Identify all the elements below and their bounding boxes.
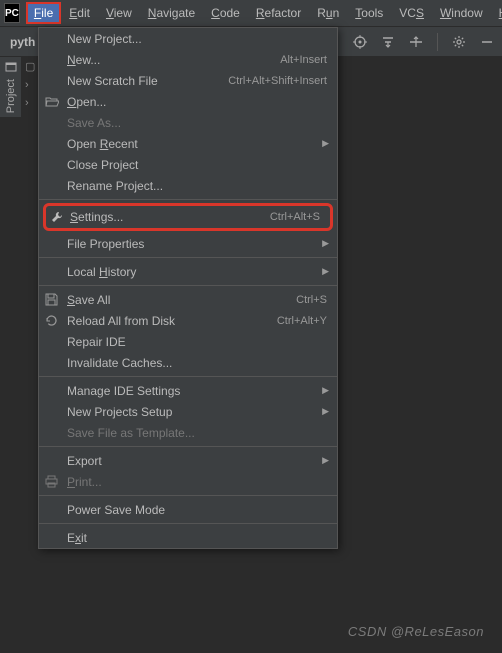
menu-item-shortcut: Ctrl+Alt+S — [270, 211, 320, 223]
menu-item-new[interactable]: New... Alt+Insert — [39, 49, 337, 70]
menu-item-label: Invalidate Caches... — [67, 356, 172, 370]
menu-item-exit[interactable]: Exit — [39, 527, 337, 548]
menubar-item-refactor[interactable]: Refactor — [248, 2, 309, 24]
menu-item-new-project[interactable]: New Project... — [39, 28, 337, 49]
menu-item-local-history[interactable]: Local History ▶ — [39, 261, 337, 282]
toolbar-right — [353, 33, 494, 51]
menu-item-label: Settings... — [70, 210, 123, 224]
chevron-right-icon: ▶ — [322, 455, 329, 466]
menubar-item-file[interactable]: File — [26, 2, 61, 24]
print-icon — [45, 475, 61, 488]
menu-item-open[interactable]: Open... — [39, 91, 337, 112]
project-tool-tab[interactable]: Project — [5, 79, 17, 113]
menu-item-shortcut: Ctrl+S — [296, 294, 327, 306]
menu-separator — [39, 446, 337, 447]
left-tool-gutter: Project — [0, 57, 22, 117]
menu-separator — [39, 285, 337, 286]
chevron-right-icon: ▶ — [322, 238, 329, 249]
menu-separator — [39, 257, 337, 258]
menubar-item-edit[interactable]: Edit — [61, 2, 98, 24]
wrench-icon — [50, 210, 66, 224]
chevron-right-icon[interactable]: › — [25, 97, 29, 109]
menu-item-reload-all-from-disk[interactable]: Reload All from Disk Ctrl+Alt+Y — [39, 310, 337, 331]
target-icon[interactable] — [353, 35, 367, 49]
folder-open-icon — [45, 96, 61, 108]
menubar-item-run[interactable]: Run — [309, 2, 347, 24]
menu-item-print: Print... — [39, 471, 337, 492]
menu-item-open-recent[interactable]: Open Recent ▶ — [39, 133, 337, 154]
menu-item-label: Save As... — [67, 116, 121, 130]
menu-item-label: Power Save Mode — [67, 503, 165, 517]
gear-icon[interactable] — [452, 35, 466, 49]
menu-separator — [39, 376, 337, 377]
menu-item-file-properties[interactable]: File Properties ▶ — [39, 233, 337, 254]
menu-item-label: Export — [67, 454, 102, 468]
chevron-right-icon: ▶ — [322, 138, 329, 149]
menu-item-label: New... — [67, 53, 100, 67]
menubar-item-vcs[interactable]: VCS — [391, 2, 432, 24]
menu-separator — [39, 199, 337, 200]
menubar-item-code[interactable]: Code — [203, 2, 248, 24]
menu-separator — [39, 495, 337, 496]
app-logo: PC — [4, 3, 20, 23]
menu-item-label: Manage IDE Settings — [67, 384, 180, 398]
menubar: PC FileEditViewNavigateCodeRefactorRunTo… — [0, 0, 502, 27]
chevron-right-icon[interactable]: › — [25, 79, 29, 91]
menu-item-label: Open... — [67, 95, 106, 109]
menu-item-power-save-mode[interactable]: Power Save Mode — [39, 499, 337, 520]
menubar-item-view[interactable]: View — [98, 2, 140, 24]
menu-item-label: Print... — [67, 475, 102, 489]
save-icon — [45, 293, 61, 306]
step-icon[interactable] — [409, 35, 423, 49]
menu-item-label: Rename Project... — [67, 179, 163, 193]
file-menu-dropdown: New Project... New... Alt+Insert New Scratc… — [38, 27, 338, 549]
chevron-right-icon: ▶ — [322, 385, 329, 396]
menu-item-label: Exit — [67, 531, 87, 545]
menu-item-new-scratch-file[interactable]: New Scratch File Ctrl+Alt+Shift+Insert — [39, 70, 337, 91]
menu-item-repair-ide[interactable]: Repair IDE — [39, 331, 337, 352]
menu-item-manage-ide-settings[interactable]: Manage IDE Settings ▶ — [39, 380, 337, 401]
menu-item-save-as: Save As... — [39, 112, 337, 133]
menu-item-label: New Projects Setup — [67, 405, 172, 419]
chevron-right-icon: ▶ — [322, 266, 329, 277]
menu-item-label: Save All — [67, 293, 110, 307]
breadcrumb-root[interactable]: pyth — [6, 33, 39, 51]
chevron-right-icon: ▶ — [322, 406, 329, 417]
reload-icon — [45, 314, 61, 327]
menu-item-shortcut: Ctrl+Alt+Y — [277, 315, 327, 327]
menu-item-label: New Scratch File — [67, 74, 158, 88]
menu-item-rename-project[interactable]: Rename Project... — [39, 175, 337, 196]
menu-item-save-all[interactable]: Save All Ctrl+S — [39, 289, 337, 310]
menu-item-label: Local History — [67, 265, 136, 279]
menu-item-label: New Project... — [67, 32, 142, 46]
menubar-item-window[interactable]: Window — [432, 2, 491, 24]
menubar-item-navigate[interactable]: Navigate — [140, 2, 203, 24]
menu-item-invalidate-caches[interactable]: Invalidate Caches... — [39, 352, 337, 373]
menu-separator — [39, 523, 337, 524]
menubar-item-help[interactable]: Help — [491, 2, 502, 24]
watermark-text: CSDN @ReLesEason — [348, 624, 484, 639]
page-icon: ▢ — [25, 60, 35, 73]
menu-item-label: Open Recent — [67, 137, 138, 151]
minimize-icon[interactable] — [480, 35, 494, 49]
menubar-item-tools[interactable]: Tools — [347, 2, 391, 24]
menu-item-label: Reload All from Disk — [67, 314, 175, 328]
menu-item-label: Close Project — [67, 158, 138, 172]
toolbar-separator — [437, 33, 438, 51]
menu-item-label: Save File as Template... — [67, 426, 195, 440]
menu-item-close-project[interactable]: Close Project — [39, 154, 337, 175]
menu-item-save-file-as-template: Save File as Template... — [39, 422, 337, 443]
menu-item-export[interactable]: Export ▶ — [39, 450, 337, 471]
menu-item-shortcut: Alt+Insert — [280, 54, 327, 66]
menu-item-shortcut: Ctrl+Alt+Shift+Insert — [228, 75, 327, 87]
menu-item-label: File Properties — [67, 237, 144, 251]
menu-item-label: Repair IDE — [67, 335, 126, 349]
menu-item-settings[interactable]: Settings... Ctrl+Alt+S — [43, 203, 333, 231]
step-over-icon[interactable] — [381, 35, 395, 49]
project-tool-icon[interactable] — [5, 61, 17, 73]
project-tree-stub: ▢ › › — [25, 60, 35, 109]
menu-item-new-projects-setup[interactable]: New Projects Setup ▶ — [39, 401, 337, 422]
